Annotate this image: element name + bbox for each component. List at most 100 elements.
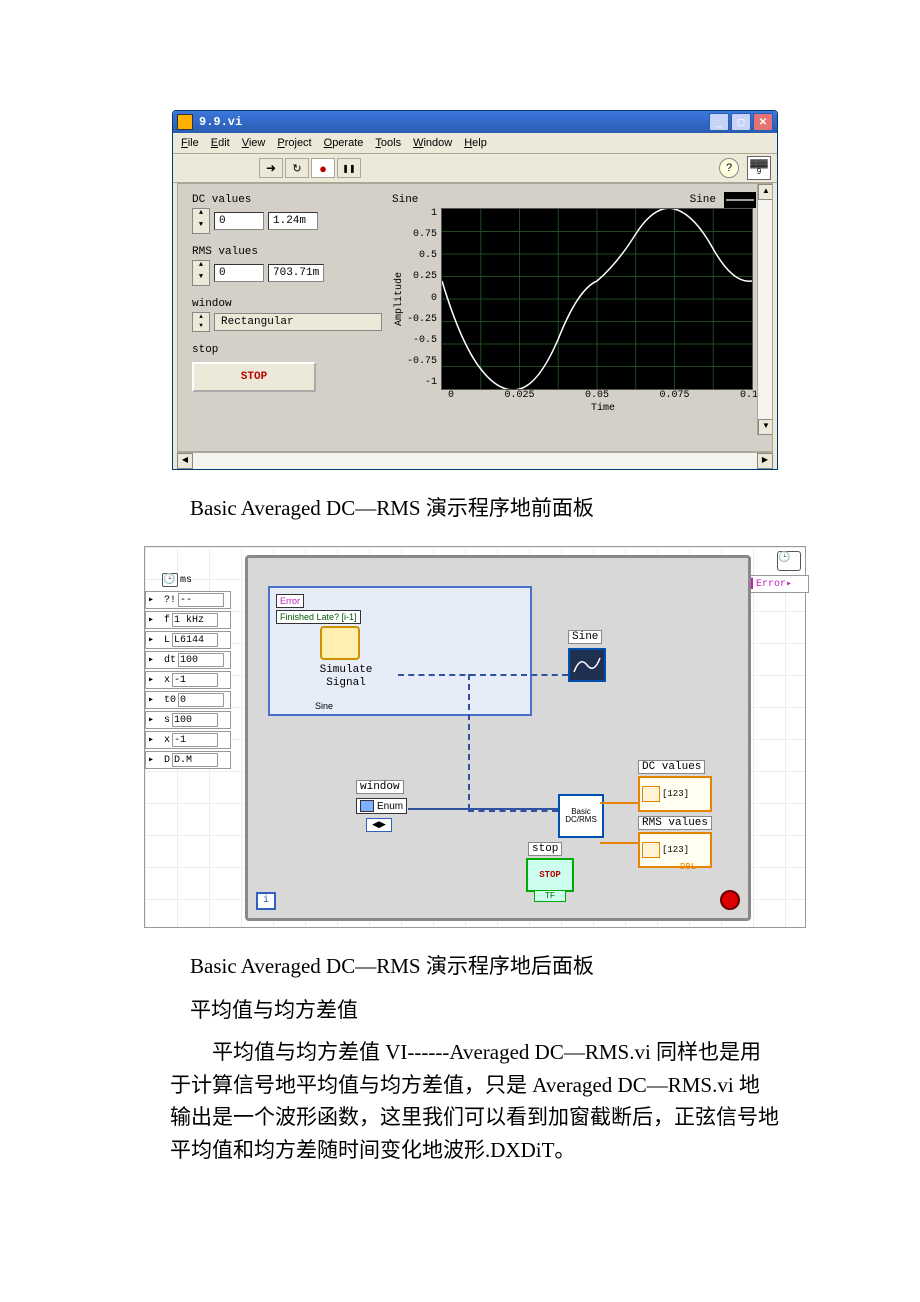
- bd-term-row[interactable]: ▸L: [145, 631, 231, 649]
- scroll-right-icon[interactable]: ▶: [757, 453, 773, 469]
- bd-term-row[interactable]: ▸dt: [145, 651, 231, 669]
- term-field[interactable]: [172, 673, 218, 687]
- inner-frame[interactable]: Error Finished Late? [i-1] Simulate Sign…: [268, 586, 532, 716]
- stop-label: stop: [192, 344, 382, 356]
- vertical-scrollbar[interactable]: ▲ ▼: [757, 184, 772, 435]
- inner-finished-late-tunnel[interactable]: Finished Late? [i-1]: [276, 610, 361, 624]
- menu-operate[interactable]: Operate: [324, 137, 364, 149]
- timed-loop-structure[interactable]: Error Finished Late? [i-1] Simulate Sign…: [245, 555, 751, 921]
- badge-bottom: 9: [757, 168, 761, 176]
- front-panel-body: DC values ▲▼ 0 1.24m RMS values ▲▼ 0 703…: [177, 183, 773, 452]
- maximize-button[interactable]: ◻: [731, 113, 751, 131]
- dc-values-label: DC values: [192, 194, 382, 206]
- loop-iteration-terminal[interactable]: i: [256, 892, 276, 910]
- term-field[interactable]: [172, 613, 218, 627]
- window-terminal-label: window: [356, 780, 404, 794]
- bd-term-row[interactable]: ▸f: [145, 611, 231, 629]
- rms-out-label: RMS values: [638, 816, 712, 830]
- bd-term-row[interactable]: ▸t0: [145, 691, 231, 709]
- run-continuous-button[interactable]: [285, 158, 309, 178]
- stop-boolean-terminal[interactable]: STOP: [526, 858, 574, 892]
- x-tick: 0.025: [504, 390, 534, 401]
- stop-terminal-label: stop: [528, 842, 562, 856]
- stop-button[interactable]: STOP: [192, 362, 316, 392]
- x-tick: 0.075: [659, 390, 689, 401]
- minimize-button[interactable]: _: [709, 113, 729, 131]
- x-tick: 0.05: [585, 390, 609, 401]
- term-field[interactable]: [172, 733, 218, 747]
- y-tick: -0.25: [407, 314, 437, 325]
- window-group: window ▲▼ Rectangular: [192, 298, 382, 332]
- horizontal-scrollbar[interactable]: ◀ ▶: [177, 452, 773, 469]
- bd-clock-terminal[interactable]: 🕒 ms: [160, 571, 231, 589]
- rms-values-group: RMS values ▲▼ 0 703.71m: [192, 246, 382, 286]
- scroll-up-icon[interactable]: ▲: [758, 184, 773, 200]
- basic-dcrms-node[interactable]: Basic DC/RMS: [558, 794, 604, 838]
- context-help-icon[interactable]: ?: [719, 158, 739, 178]
- menu-tools[interactable]: Tools: [375, 137, 401, 149]
- dc-values-group: DC values ▲▼ 0 1.24m: [192, 194, 382, 234]
- plot-area[interactable]: [441, 208, 753, 390]
- rms-index-field[interactable]: 0: [214, 264, 264, 282]
- term-field[interactable]: [172, 713, 218, 727]
- term-tag: D: [164, 755, 170, 766]
- inner-error-tunnel[interactable]: Error: [276, 594, 304, 608]
- shift-register-icon[interactable]: ◀▶: [366, 818, 392, 832]
- error-out-label: Error: [756, 579, 786, 590]
- graph-title: Sine: [392, 194, 418, 206]
- titlebar[interactable]: 9.9.vi _ ◻ ✕: [173, 111, 777, 133]
- dc-out-terminal[interactable]: [123]: [638, 776, 712, 812]
- scroll-down-icon[interactable]: ▼: [758, 419, 773, 435]
- scroll-left-icon[interactable]: ◀: [177, 453, 193, 469]
- menu-window[interactable]: Window: [413, 137, 452, 149]
- x-axis-ticks: 0 0.025 0.05 0.075 0.1: [448, 390, 758, 401]
- simulate-signal-icon[interactable]: [320, 626, 360, 660]
- term-tag: t0: [164, 695, 176, 706]
- window-dropdown[interactable]: Rectangular: [214, 313, 382, 331]
- close-button[interactable]: ✕: [753, 113, 773, 131]
- window-spinner[interactable]: ▲▼: [192, 312, 210, 332]
- y-axis-label: Amplitude: [392, 208, 407, 390]
- vi-icon-badge[interactable]: ▓▓▓ 9: [747, 156, 771, 180]
- y-tick: 0: [407, 293, 437, 304]
- term-field[interactable]: [178, 653, 224, 667]
- wire: [408, 808, 558, 810]
- menu-file[interactable]: File: [181, 137, 199, 149]
- waveform-graph-terminal[interactable]: [568, 648, 606, 682]
- bd-term-row[interactable]: ▸x: [145, 731, 231, 749]
- bd-right-clock-icon[interactable]: 🕒: [777, 551, 801, 571]
- dc-index-spinner[interactable]: ▲▼: [192, 208, 210, 234]
- rms-index-spinner[interactable]: ▲▼: [192, 260, 210, 286]
- window-label: window: [192, 298, 382, 310]
- dc-out-label: DC values: [638, 760, 705, 774]
- menu-edit[interactable]: Edit: [211, 137, 230, 149]
- term-field[interactable]: [178, 593, 224, 607]
- bd-term-row[interactable]: ▸D: [145, 751, 231, 769]
- graph-legend[interactable]: Sine: [686, 192, 760, 208]
- term-tag: dt: [164, 655, 176, 666]
- rms-value-field: 703.71m: [268, 264, 324, 282]
- y-axis-ticks: 1 0.75 0.5 0.25 0 -0.25 -0.5 -0.75 -1: [407, 208, 441, 388]
- bd-error-out-terminal[interactable]: ▌Error▸: [747, 575, 809, 593]
- term-field[interactable]: [178, 693, 224, 707]
- rms-values-label: RMS values: [192, 246, 382, 258]
- menu-help[interactable]: Help: [464, 137, 487, 149]
- menu-project[interactable]: Project: [277, 137, 311, 149]
- dc-index-field[interactable]: 0: [214, 212, 264, 230]
- abort-button[interactable]: [311, 158, 335, 178]
- window-enum-terminal[interactable]: Enum: [356, 798, 407, 814]
- pause-button[interactable]: [337, 158, 361, 178]
- term-field[interactable]: [172, 753, 218, 767]
- loop-stop-terminal[interactable]: [720, 890, 740, 910]
- menu-view[interactable]: View: [242, 137, 266, 149]
- bd-term-row[interactable]: ▸?!: [145, 591, 231, 609]
- legend-sample-icon: [724, 192, 756, 208]
- term-field[interactable]: [172, 633, 218, 647]
- bd-term-row[interactable]: ▸x: [145, 671, 231, 689]
- bd-term-row[interactable]: ▸s: [145, 711, 231, 729]
- term-tag: s: [164, 715, 170, 726]
- run-button[interactable]: [259, 158, 283, 178]
- array-tag: [123]: [662, 789, 689, 799]
- rms-out-terminal[interactable]: [123]: [638, 832, 712, 868]
- y-tick: -1: [407, 377, 437, 388]
